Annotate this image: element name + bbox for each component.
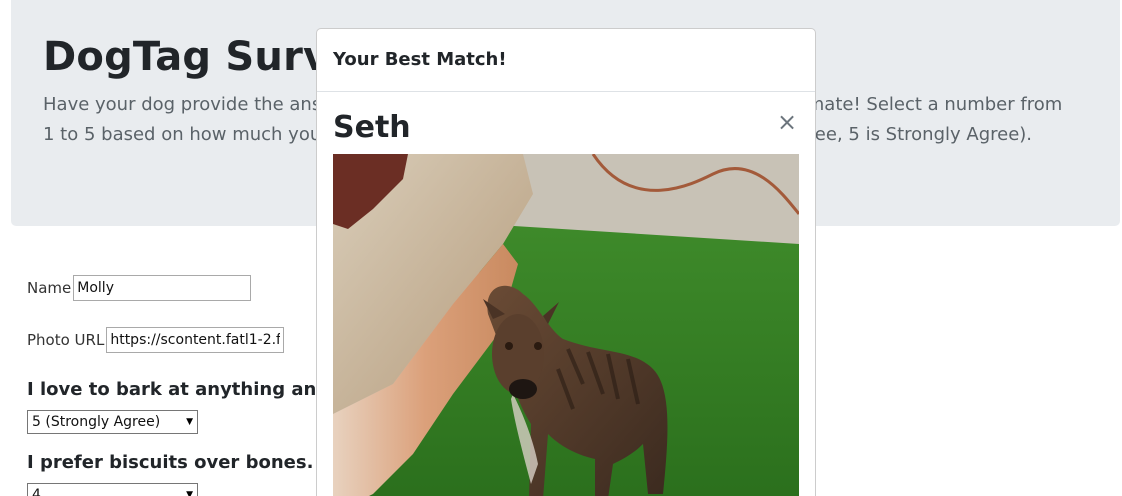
- name-row: Name: [27, 275, 252, 301]
- match-modal: Your Best Match! Seth ×: [316, 28, 816, 496]
- name-input[interactable]: [73, 275, 252, 301]
- chevron-down-icon: ▼: [186, 417, 193, 427]
- question-2: I prefer biscuits over bones.: [27, 452, 314, 473]
- photo-row: Photo URL: [27, 327, 285, 353]
- photo-url-input[interactable]: [106, 327, 285, 353]
- survey-page: DogTag Survey Have your dog provide the …: [0, 0, 1122, 496]
- close-icon: ×: [777, 108, 798, 136]
- close-button[interactable]: ×: [777, 109, 797, 135]
- question-1-select[interactable]: 5 (Strongly Agree) ▼: [27, 410, 198, 434]
- modal-title: Your Best Match!: [333, 49, 507, 70]
- question-2-select[interactable]: 4 ▼: [27, 483, 198, 496]
- photo-url-label: Photo URL: [27, 331, 105, 349]
- match-name: Seth: [333, 110, 411, 145]
- name-label: Name: [27, 279, 72, 297]
- question-2-selected: 4: [32, 487, 41, 496]
- question-1-selected: 5 (Strongly Agree): [32, 414, 161, 430]
- match-dog-photo: [333, 154, 799, 496]
- chevron-down-icon: ▼: [186, 490, 193, 496]
- modal-header: Your Best Match!: [317, 29, 815, 92]
